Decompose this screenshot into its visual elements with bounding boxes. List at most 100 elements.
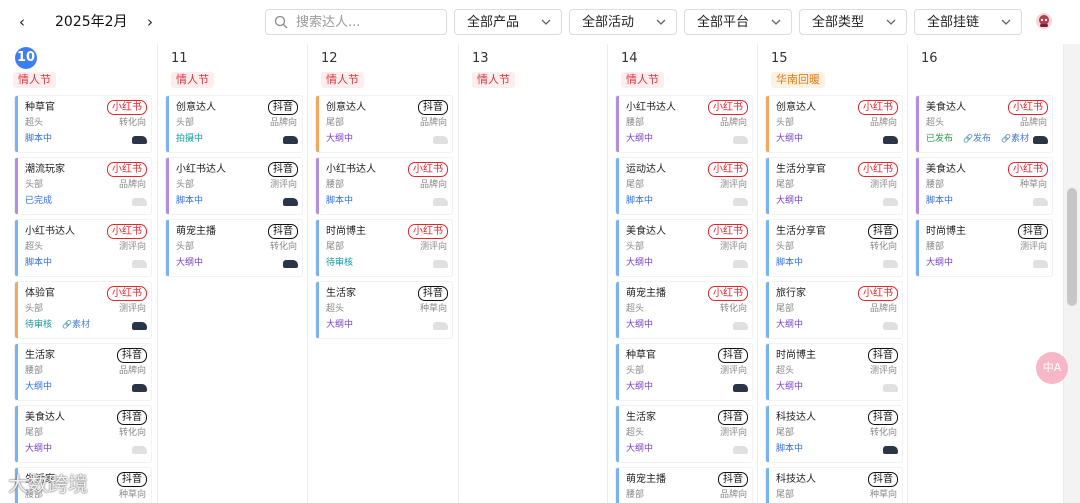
influencer-card[interactable]: 生活家 抖音 超头 测评向 大纲中 bbox=[616, 406, 752, 462]
content-direction: 测评向 bbox=[719, 180, 747, 190]
influencer-card[interactable]: 萌宠主播 小红书 超头 转化向 大纲中 bbox=[616, 282, 752, 338]
platform-badge: 抖音 bbox=[418, 100, 448, 115]
event-tag[interactable]: 情人节 bbox=[13, 72, 56, 88]
influencer-card[interactable]: 时尚博主 抖音 超头 测评向 大纲中 bbox=[766, 344, 902, 400]
influencer-card[interactable]: 种草官 抖音 头部 测评向 大纲中 bbox=[616, 344, 752, 400]
content-direction: 测评向 bbox=[1019, 242, 1047, 252]
influencer-card[interactable]: 小红书达人 小红书 腰部 品牌向 大纲中 bbox=[616, 96, 752, 152]
influencer-card[interactable]: 美食达人 抖音 尾部 转化向 大纲中 bbox=[15, 406, 151, 462]
day-column[interactable]: 15 华南回暖创意达人 小红书 头部 品牌向 大纲中 生活分享官 小红书 尾部 测评向 大纲中 生活分… bbox=[758, 44, 908, 503]
event-tag[interactable]: 情人节 bbox=[621, 72, 664, 88]
influencer-card[interactable]: 生活分享官 小红书 尾部 测评向 大纲中 bbox=[766, 158, 902, 214]
influencer-card[interactable]: 创意达人 抖音 尾部 品牌向 大纲中 bbox=[316, 96, 452, 152]
filter-activity[interactable]: 全部活动 bbox=[569, 9, 677, 35]
influencer-card[interactable]: 美食达人 小红书 头部 测评向 大纲中 bbox=[616, 220, 752, 276]
influencer-card[interactable]: 运动达人 小红书 尾部 测评向 脚本中 bbox=[616, 158, 752, 214]
link-icon: 🔗 bbox=[963, 134, 973, 143]
event-tag[interactable]: 情人节 bbox=[321, 72, 364, 88]
day-column[interactable]: 14 情人节 小红书达人 小红书 腰部 品牌向 大纲中 运动达人 小红书 尾部 测评向 脚本中 美食达人… bbox=[608, 44, 758, 503]
platform-badge: 抖音 bbox=[268, 162, 298, 177]
day-number: 14 bbox=[621, 51, 638, 66]
content-direction: 测评向 bbox=[719, 242, 747, 252]
influencer-level: 尾部 bbox=[626, 180, 645, 190]
influencer-card[interactable]: 生活家 抖音 超头 种草向 大纲中 bbox=[316, 282, 452, 338]
influencer-card[interactable]: 小红书达人 抖音 头部 测评向 脚本中 bbox=[166, 158, 302, 214]
material-chip-label: 素材 bbox=[1010, 134, 1029, 144]
influencer-level: 超头 bbox=[626, 428, 645, 438]
link-chip-label: 素材 bbox=[71, 320, 90, 330]
day-column[interactable]: 16 美食达人 小红书 超头 品牌向 已发布 🔗发布 🔗素材 美食达人 小红书 腰部 种草向 脚本中 时尚… bbox=[908, 44, 1064, 503]
influencer-name: 创意达人 bbox=[326, 102, 366, 113]
day-column[interactable]: 11 情人节 创意达人 抖音 头部 品牌向 拍摄中 小红书达人 抖音 头部 测评向 脚本中 萌宠主播 抖音… bbox=[158, 44, 308, 503]
search-box[interactable] bbox=[265, 9, 447, 35]
influencer-card[interactable]: 创意达人 小红书 头部 品牌向 大纲中 bbox=[766, 96, 902, 152]
content-direction: 测评向 bbox=[719, 428, 747, 438]
influencer-card[interactable]: 美食达人 小红书 超头 品牌向 已发布 🔗发布 🔗素材 bbox=[916, 96, 1052, 152]
influencer-card[interactable]: 生活分享官 抖音 头部 转化向 脚本中 bbox=[766, 220, 902, 276]
influencer-name: 生活家 bbox=[25, 350, 55, 361]
material-chip[interactable]: 🔗素材 bbox=[1001, 133, 1029, 145]
influencer-card[interactable]: 小红书达人 小红书 腰部 品牌向 脚本中 bbox=[316, 158, 452, 214]
influencer-level: 腰部 bbox=[926, 242, 945, 252]
content-direction: 测评向 bbox=[419, 242, 447, 252]
sneaker-icon bbox=[132, 384, 147, 392]
day-column[interactable]: 12 情人节 创意达人 抖音 尾部 品牌向 大纲中 小红书达人 小红书 腰部 品牌向 脚本中 时尚博主小… bbox=[308, 44, 459, 503]
event-tag[interactable]: 情人节 bbox=[472, 72, 515, 88]
filter-link[interactable]: 全部挂链 bbox=[914, 9, 1022, 35]
filter-product[interactable]: 全部产品 bbox=[454, 9, 562, 35]
link-icon: 🔗 bbox=[62, 320, 72, 329]
status-label: 大纲中 bbox=[776, 382, 804, 392]
influencer-card[interactable]: 萌宠主播 抖音 头部 转化向 大纲中 bbox=[166, 220, 302, 276]
platform-badge: 小红书 bbox=[708, 162, 748, 177]
influencer-card[interactable]: 科技达人 抖音 尾部 种草向 bbox=[766, 468, 902, 503]
influencer-card[interactable]: 萌宠主播 抖音 腰部 品牌向 bbox=[616, 468, 752, 503]
chevron-right-icon[interactable]: › bbox=[142, 12, 158, 32]
event-tag[interactable]: 情人节 bbox=[171, 72, 214, 88]
influencer-level: 头部 bbox=[25, 304, 44, 314]
watermark: 大数跨境 bbox=[8, 472, 88, 496]
influencer-card[interactable]: 时尚博主 小红书 尾部 测评向 待审核 bbox=[316, 220, 452, 276]
influencer-card[interactable]: 小红书达人 小红书 超头 测评向 脚本中 bbox=[15, 220, 151, 276]
status-label: 已完成 bbox=[25, 196, 53, 206]
influencer-card[interactable]: 创意达人 抖音 头部 品牌向 拍摄中 bbox=[166, 96, 302, 152]
vertical-scrollbar[interactable] bbox=[1064, 44, 1080, 503]
influencer-card[interactable]: 时尚博主 抖音 腰部 测评向 大纲中 bbox=[916, 220, 1052, 276]
influencer-name: 创意达人 bbox=[176, 102, 216, 113]
filter-type[interactable]: 全部类型 bbox=[799, 9, 907, 35]
influencer-name: 科技达人 bbox=[776, 412, 816, 423]
influencer-card[interactable]: 潮流玩家 小红书 头部 品牌向 已完成 bbox=[15, 158, 151, 214]
event-tag[interactable]: 华南回暖 bbox=[771, 72, 825, 88]
status-label: 拍摄中 bbox=[176, 134, 204, 144]
influencer-card[interactable]: 生活家 抖音 腰部 品牌向 大纲中 bbox=[15, 344, 151, 400]
search-input[interactable] bbox=[296, 13, 441, 31]
link-chip[interactable]: 🔗素材 bbox=[62, 319, 90, 331]
filter-platform[interactable]: 全部平台 bbox=[684, 9, 792, 35]
day-column[interactable]: 10 情人节 种草官 小红书 超头 转化向 脚本中 潮流玩家 小红书 头部 品牌向 已完成 小红书达人小… bbox=[0, 44, 158, 503]
influencer-card[interactable]: 科技达人 抖音 尾部 转化向 脚本中 bbox=[766, 406, 902, 462]
sneaker-icon bbox=[883, 260, 898, 268]
chevron-left-icon[interactable]: ‹ bbox=[14, 12, 30, 32]
translate-fab-button[interactable]: 中A bbox=[1036, 352, 1068, 384]
scrollbar-thumb[interactable] bbox=[1067, 188, 1077, 306]
link-chip[interactable]: 🔗发布 bbox=[963, 133, 991, 145]
platform-badge: 抖音 bbox=[268, 100, 298, 115]
day-number: 15 bbox=[771, 51, 788, 66]
status-label: 大纲中 bbox=[626, 258, 654, 268]
filter-platform-label: 全部平台 bbox=[697, 15, 750, 30]
influencer-level: 尾部 bbox=[776, 304, 795, 314]
influencer-card[interactable]: 体验官 小红书 头部 测评向 待审核 🔗素材 bbox=[15, 282, 151, 338]
influencer-card[interactable]: 美食达人 小红书 腰部 种草向 脚本中 bbox=[916, 158, 1052, 214]
sneaker-icon bbox=[733, 136, 748, 144]
chevron-down-icon bbox=[886, 19, 896, 25]
influencer-name: 美食达人 bbox=[25, 412, 65, 423]
influencer-card[interactable]: 种草官 小红书 超头 转化向 脚本中 bbox=[15, 96, 151, 152]
status-label: 大纲中 bbox=[25, 444, 53, 454]
platform-badge: 抖音 bbox=[868, 224, 898, 239]
influencer-card[interactable]: 旅行家 小红书 尾部 品牌向 大纲中 bbox=[766, 282, 902, 338]
sneaker-icon bbox=[433, 322, 448, 330]
user-avatar-icon[interactable] bbox=[1035, 12, 1053, 30]
platform-badge: 抖音 bbox=[418, 286, 448, 301]
day-column[interactable]: 13 情人节 bbox=[459, 44, 608, 503]
status-label: 大纲中 bbox=[176, 258, 204, 268]
status-label: 待审核 bbox=[25, 320, 53, 330]
